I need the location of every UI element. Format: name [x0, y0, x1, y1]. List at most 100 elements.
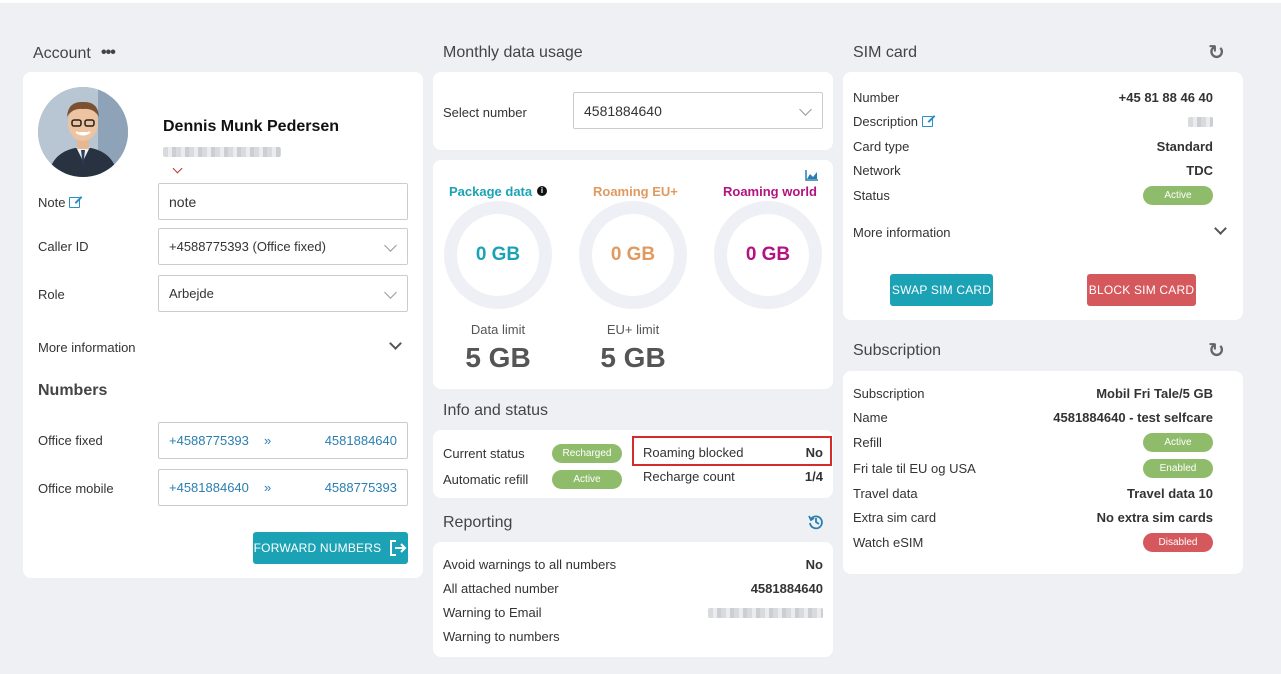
sim-status-label: Status	[853, 188, 890, 203]
account-name: Dennis Munk Pedersen	[163, 118, 340, 135]
forward-arrow-icon: »	[264, 433, 272, 448]
note-field[interactable]: note	[158, 183, 408, 220]
role-value: Arbejde	[169, 286, 214, 301]
avatar	[38, 87, 128, 177]
automatic-refill-label: Automatic refill	[443, 472, 529, 487]
number-from: +4588775393	[169, 433, 249, 448]
roaming-world-value: 0 GB	[745, 244, 791, 265]
forward-numbers-label: FORWARD NUMBERS	[253, 541, 382, 555]
package-data-label: Package data	[449, 184, 533, 199]
select-number-card: Select number 4581884640	[433, 72, 833, 150]
sim-status-badge: Active	[1143, 186, 1213, 205]
caller-id-label: Caller ID	[38, 239, 89, 254]
card-type-value: Standard	[1156, 139, 1213, 154]
sim-number-value: +45 81 88 46 40	[1118, 90, 1213, 105]
note-label: Note	[38, 195, 81, 210]
current-status-badge: Recharged	[552, 444, 622, 463]
forward-numbers-button[interactable]: FORWARD NUMBERS	[253, 532, 408, 564]
subscription-row-value: 4581884640 - test selfcare	[1053, 410, 1213, 425]
data-limit-value: 5 GB	[465, 342, 531, 373]
reporting-row-value: 4581884640	[750, 581, 823, 596]
sim-description-label: Description	[853, 114, 934, 129]
reporting-title: Reporting	[443, 514, 513, 531]
number-select[interactable]: 4581884640	[573, 92, 823, 129]
eu-limit-label: EU+ limit	[606, 322, 660, 337]
sim-card-title: SIM card	[853, 44, 918, 61]
forward-arrow-icon: »	[264, 480, 272, 495]
history-icon[interactable]	[808, 514, 824, 530]
chart-icon[interactable]	[805, 170, 818, 181]
subscription-row-label: Travel data	[853, 486, 918, 501]
roaming-blocked-label: Roaming blocked	[643, 445, 744, 460]
monthly-usage-title: Monthly data usage	[443, 44, 583, 61]
fri-tale-badge: Enabled	[1143, 459, 1213, 478]
info-icon[interactable]: i	[537, 186, 547, 196]
selected-number: 4581884640	[584, 102, 662, 119]
warning-email-redacted	[708, 608, 823, 618]
refresh-icon[interactable]: ↻	[1208, 338, 1225, 363]
chevron-down-icon[interactable]	[389, 337, 402, 350]
swap-sim-card-button[interactable]: SWAP SIM CARD	[890, 274, 993, 306]
numbers-title: Numbers	[38, 382, 108, 399]
more-information-label[interactable]: More information	[38, 340, 136, 355]
subscription-row-value: Travel data 10	[1127, 486, 1213, 501]
network-label: Network	[853, 163, 901, 178]
reporting-card: Avoid warnings to all numbers No All att…	[433, 542, 833, 657]
reporting-row-label: Warning to numbers	[443, 629, 560, 644]
subscription-row-label: Fri tale til EU og USA	[853, 461, 976, 476]
sim-more-information-label[interactable]: More information	[853, 225, 951, 240]
sim-number-label: Number	[853, 90, 900, 105]
account-email-redacted	[163, 147, 281, 157]
reporting-row-label: All attached number	[443, 581, 559, 596]
number-label-office-mobile: Office mobile	[38, 481, 114, 496]
refill-badge: Active	[1143, 433, 1213, 452]
chevron-down-icon	[384, 239, 397, 252]
data-limit-label: Data limit	[470, 322, 526, 337]
subscription-row-label: Subscription	[853, 386, 925, 401]
reporting-row-label: Warning to Email	[443, 605, 542, 620]
subscription-row-label: Name	[853, 410, 888, 425]
subscription-title: Subscription	[853, 342, 942, 359]
chevron-down-icon[interactable]	[172, 163, 183, 174]
roaming-eu-label: Roaming EU+	[593, 184, 678, 199]
recharge-count-value: 1/4	[804, 469, 823, 484]
subscription-row-value: Mobil Fri Tale/5 GB	[1096, 386, 1213, 401]
number-row-office-fixed[interactable]: +4588775393 » 4581884640	[158, 422, 408, 459]
ellipsis-icon[interactable]: •••	[101, 44, 116, 62]
caller-id-select[interactable]: +4588775393 (Office fixed)	[158, 228, 408, 265]
subscription-row-label: Extra sim card	[853, 510, 937, 525]
info-status-title: Info and status	[443, 402, 548, 419]
chevron-down-icon	[384, 286, 397, 299]
watch-esim-badge: Disabled	[1143, 533, 1213, 552]
data-usage-card: Package data i Roaming EU+ Roaming world…	[433, 160, 833, 389]
edit-icon[interactable]	[922, 116, 934, 127]
subscription-card: Subscription Mobil Fri Tale/5 GB Name 45…	[843, 371, 1243, 574]
subscription-row-label: Watch eSIM	[853, 535, 924, 550]
edit-icon[interactable]	[69, 197, 81, 208]
network-value: TDC	[1186, 163, 1213, 178]
sim-card-card: Number +45 81 88 46 40 Description Card …	[843, 72, 1243, 320]
recharge-count-label: Recharge count	[643, 469, 735, 484]
role-select[interactable]: Arbejde	[158, 275, 408, 312]
eu-limit-value: 5 GB	[600, 342, 666, 373]
chevron-down-icon[interactable]	[1214, 222, 1227, 235]
card-type-label: Card type	[853, 139, 910, 154]
current-status-label: Current status	[443, 446, 525, 461]
description-redacted	[1188, 117, 1213, 127]
roaming-blocked-value: No	[805, 445, 823, 460]
automatic-refill-badge: Active	[552, 470, 622, 489]
package-data-value: 0 GB	[475, 244, 521, 265]
subscription-row-value: No extra sim cards	[1096, 510, 1213, 525]
number-label-office-fixed: Office fixed	[38, 433, 103, 448]
account-card: Dennis Munk Pedersen Note note Caller ID…	[23, 72, 423, 578]
chevron-down-icon	[799, 103, 812, 116]
block-sim-card-button[interactable]: BLOCK SIM CARD	[1087, 274, 1196, 306]
role-label: Role	[38, 287, 65, 302]
number-row-office-mobile[interactable]: +4581884640 » 4588775393	[158, 469, 408, 506]
reporting-row-value: No	[805, 557, 823, 572]
reporting-row-label: Avoid warnings to all numbers	[443, 557, 617, 572]
info-status-card: Current status Recharged Automatic refil…	[433, 430, 833, 498]
number-to: 4588775393	[324, 480, 397, 495]
refresh-icon[interactable]: ↻	[1208, 40, 1225, 65]
caller-id-value: +4588775393 (Office fixed)	[169, 239, 326, 254]
